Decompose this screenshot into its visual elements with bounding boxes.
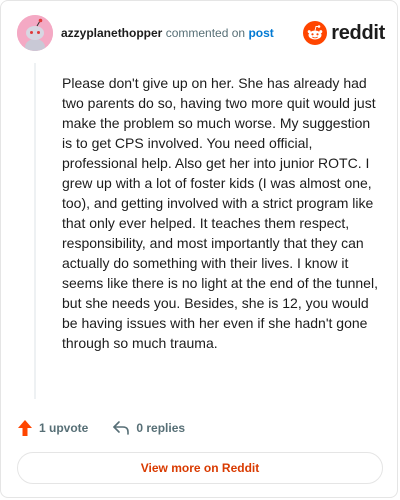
reply-button[interactable]: 0 replies <box>112 420 185 436</box>
reply-count: 0 replies <box>136 421 186 435</box>
upvote-arrow-icon <box>18 420 32 436</box>
reddit-logo-icon <box>303 21 328 45</box>
username[interactable]: azzyplanethopper <box>61 26 162 40</box>
snoo-avatar-icon <box>17 15 53 51</box>
thread-line <box>34 63 36 399</box>
post-link[interactable]: post <box>248 26 273 40</box>
reddit-wordmark: reddit <box>331 22 385 44</box>
comment-meta: azzyplanethopper commented on post <box>61 26 274 40</box>
comment-body: Please don't give up on her. She has alr… <box>62 75 378 351</box>
avatar[interactable] <box>17 15 53 51</box>
upvote-count: 1 upvote <box>39 421 89 435</box>
reddit-brand[interactable]: reddit <box>303 21 385 45</box>
upvote-button[interactable]: 1 upvote <box>17 419 88 437</box>
comment-header: azzyplanethopper commented on post reddi… <box>17 15 385 55</box>
reply-arrow-icon <box>113 421 130 435</box>
action-text: commented on <box>165 26 246 40</box>
comment-embed-card: azzyplanethopper commented on post reddi… <box>0 0 398 498</box>
comment-footer: 1 upvote 0 replies <box>17 417 209 439</box>
view-more-button[interactable]: View more on Reddit <box>17 452 383 484</box>
